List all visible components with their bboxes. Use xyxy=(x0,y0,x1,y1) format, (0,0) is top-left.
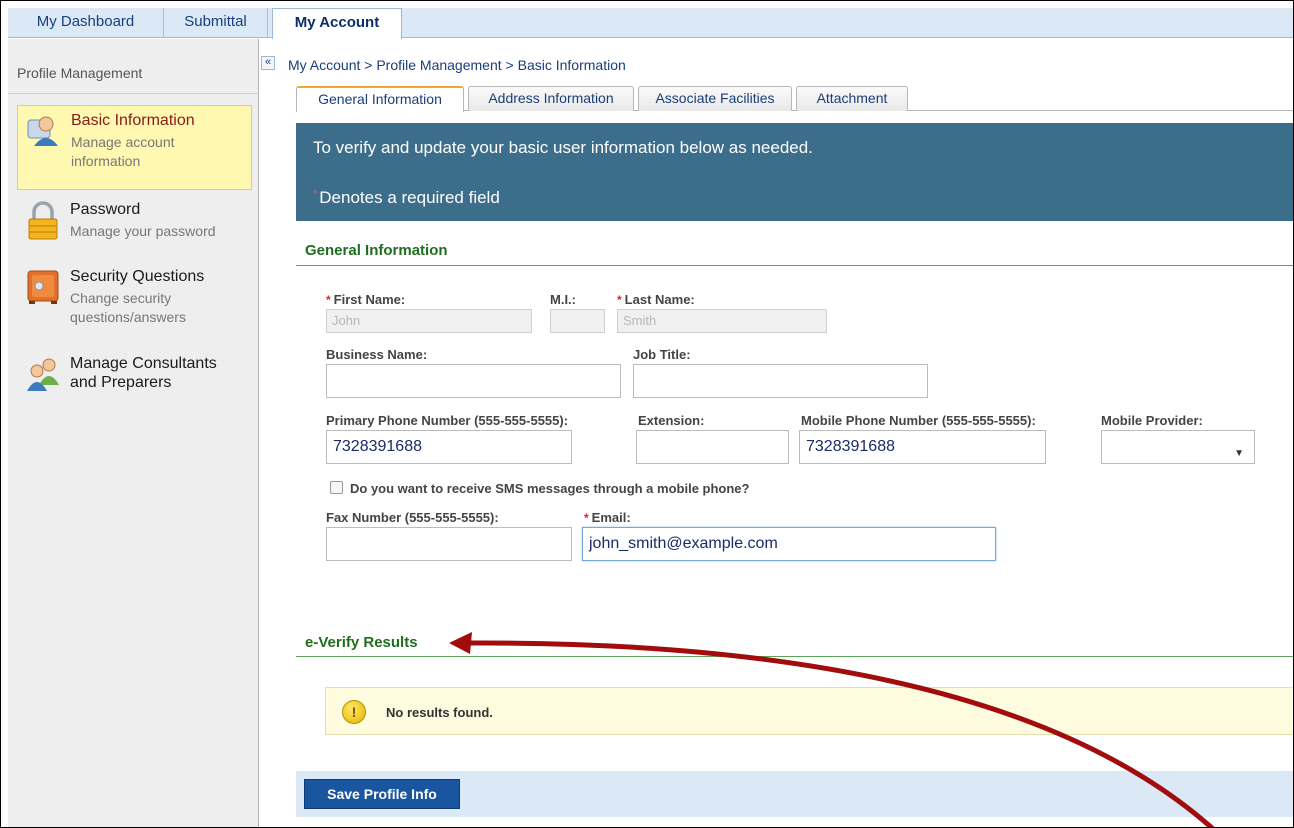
sidebar-item-basic-information[interactable]: Basic Information Manage account informa… xyxy=(17,105,252,190)
top-navigation: My Dashboard Submittal My Account xyxy=(8,8,1294,39)
section-divider xyxy=(296,265,1294,266)
mobile-phone-field[interactable]: 7328391688 xyxy=(799,430,1046,464)
primary-phone-field[interactable]: 7328391688 xyxy=(326,430,572,464)
sms-checkbox[interactable] xyxy=(330,481,343,494)
instruction-banner: To verify and update your basic user inf… xyxy=(296,123,1294,221)
breadcrumb-separator: > xyxy=(501,57,518,73)
email-label: * Email: xyxy=(584,510,631,525)
email-field[interactable]: john_smith@example.com xyxy=(582,527,996,561)
sidebar-item-desc: Change security xyxy=(70,290,172,306)
sidebar-item-label: Password xyxy=(70,201,141,218)
required-star-icon: * xyxy=(584,511,589,525)
required-note-text: Denotes a required field xyxy=(319,188,500,207)
extension-field[interactable] xyxy=(636,430,789,464)
sidebar-divider xyxy=(8,93,259,94)
no-results-notice: ! No results found. xyxy=(325,687,1294,735)
fax-number-field[interactable] xyxy=(326,527,572,561)
tab-submittal[interactable]: Submittal xyxy=(164,8,268,38)
tab-my-dashboard[interactable]: My Dashboard xyxy=(8,8,164,38)
sidebar-item-desc: information xyxy=(71,153,141,169)
annotation-arrow-head xyxy=(449,632,472,654)
mi-label: M.I.: xyxy=(550,292,576,307)
sidebar-item-password[interactable]: Password Manage your password xyxy=(17,195,252,245)
mobile-provider-label: Mobile Provider: xyxy=(1101,413,1203,428)
fax-number-label: Fax Number (555-555-5555): xyxy=(326,510,499,525)
save-profile-info-button[interactable]: Save Profile Info xyxy=(304,779,460,809)
sidebar-item-label: and Preparers xyxy=(70,374,172,391)
subtab-bar: General Information Address Information … xyxy=(296,84,1294,112)
tab-my-account[interactable]: My Account xyxy=(272,8,402,39)
user-card-icon xyxy=(26,112,62,148)
section-title-everify-results: e-Verify Results xyxy=(305,634,418,651)
required-star-icon: * xyxy=(326,293,331,307)
sidebar-item-security-questions[interactable]: Security Questions Change security quest… xyxy=(17,262,252,332)
breadcrumb-profile-management[interactable]: Profile Management xyxy=(376,57,501,73)
last-name-label: * Last Name: xyxy=(617,292,695,307)
save-bar: Save Profile Info xyxy=(296,771,1294,817)
sidebar-item-desc: questions/answers xyxy=(70,309,186,325)
collapse-sidebar-button[interactable]: « xyxy=(261,56,275,70)
required-star-icon: * xyxy=(313,188,318,200)
mobile-provider-select[interactable]: ▼ xyxy=(1101,430,1255,464)
people-icon xyxy=(25,355,61,391)
primary-phone-label: Primary Phone Number (555-555-5555): xyxy=(326,413,569,428)
sidebar-item-desc: Manage account xyxy=(71,134,175,150)
padlock-icon xyxy=(25,201,61,240)
banner-instructions: To verify and update your basic user inf… xyxy=(313,138,813,157)
warning-icon: ! xyxy=(342,700,366,724)
sidebar-item-label: Basic Information xyxy=(71,112,195,129)
tab-attachment[interactable]: Attachment xyxy=(796,86,908,111)
no-results-text: No results found. xyxy=(386,705,493,720)
section-title-general-information: General Information xyxy=(305,242,448,259)
first-name-label: * First Name: xyxy=(326,292,406,307)
dropdown-arrow-icon: ▼ xyxy=(1234,448,1244,459)
tab-associate-facilities[interactable]: Associate Facilities xyxy=(638,86,792,111)
sidebar-item-label: Manage Consultants xyxy=(70,355,217,372)
sidebar-item-manage-consultants[interactable]: Manage Consultants and Preparers xyxy=(17,349,252,399)
section-divider xyxy=(296,656,1294,657)
sms-checkbox-label: Do you want to receive SMS messages thro… xyxy=(350,481,750,496)
sidebar: Profile Management Basic Information Man… xyxy=(8,39,259,828)
sidebar-item-label: Security Questions xyxy=(70,268,205,285)
tab-general-information[interactable]: General Information xyxy=(296,86,464,112)
breadcrumb: My Account > Profile Management > Basic … xyxy=(288,57,626,73)
business-name-label: Business Name: xyxy=(326,347,428,362)
extension-label: Extension: xyxy=(638,413,705,428)
breadcrumb-basic-information: Basic Information xyxy=(517,57,626,73)
required-star-icon: * xyxy=(617,293,622,307)
breadcrumb-separator: > xyxy=(360,57,377,73)
job-title-label: Job Title: xyxy=(633,347,691,362)
tab-address-information[interactable]: Address Information xyxy=(468,86,634,111)
first-name-field: John xyxy=(326,309,532,333)
breadcrumb-my-account[interactable]: My Account xyxy=(288,57,360,73)
banner-required-note: * Denotes a required field xyxy=(313,188,500,208)
last-name-field: Smith xyxy=(617,309,827,333)
sidebar-header: Profile Management xyxy=(17,65,143,81)
sidebar-item-desc: Manage your password xyxy=(70,223,216,239)
mobile-phone-label: Mobile Phone Number (555-555-5555): xyxy=(801,413,1036,428)
business-name-field[interactable] xyxy=(326,364,621,398)
job-title-field[interactable] xyxy=(633,364,928,398)
mi-field xyxy=(550,309,605,333)
safe-icon xyxy=(25,268,61,304)
